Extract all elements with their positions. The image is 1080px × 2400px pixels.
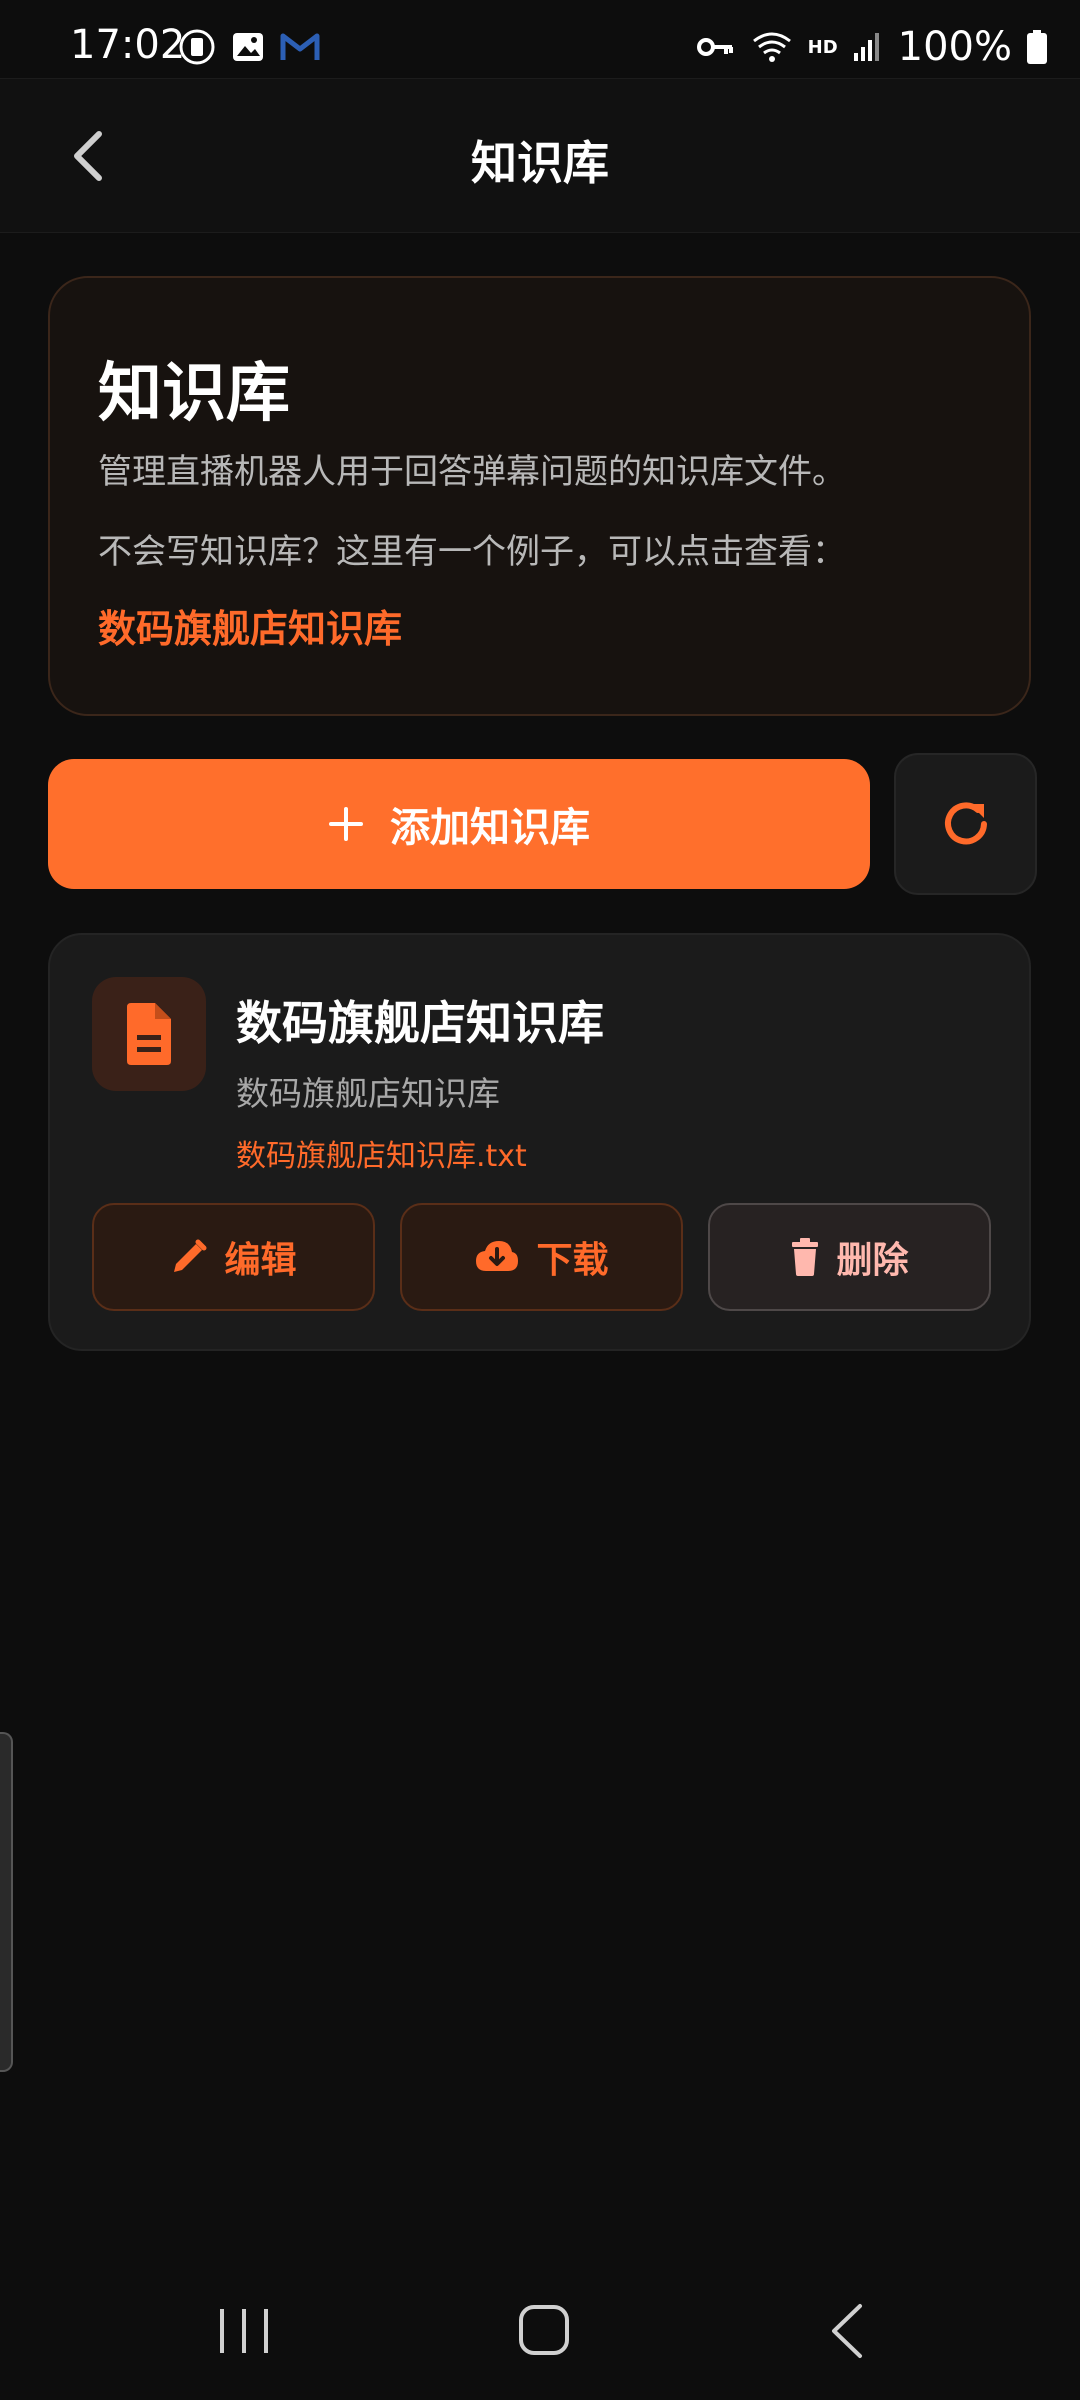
refresh-button[interactable] xyxy=(894,753,1037,895)
add-button-label: 添加知识库 xyxy=(390,805,590,851)
kb-name: 数码旗舰店知识库 xyxy=(236,996,604,1050)
battery-icon xyxy=(1027,30,1047,64)
file-icon-box xyxy=(92,977,206,1091)
app-bar: 知识库 xyxy=(0,78,1080,233)
recorder-icon xyxy=(179,29,215,65)
vpn-key-icon xyxy=(696,38,733,56)
hd-indicator: HD xyxy=(807,36,838,58)
knowledge-base-card: 数码旗舰店知识库 数码旗舰店知识库 数码旗舰店知识库.txt 编辑 下载 删除 xyxy=(48,933,1031,1351)
cloud-download-icon xyxy=(476,1241,519,1271)
gmail-icon xyxy=(280,33,320,60)
status-bar: 17:02 HD 100% xyxy=(0,0,1080,78)
download-label: 下载 xyxy=(536,1240,609,1281)
status-system-icons: HD 100% xyxy=(696,24,1048,70)
document-icon xyxy=(127,1003,171,1065)
edit-label: 编辑 xyxy=(224,1240,297,1281)
battery-percent: 100% xyxy=(897,24,1012,70)
intro-description: 管理直播机器人用于回答弹幕问题的知识库文件。 xyxy=(98,452,846,492)
delete-label: 删除 xyxy=(836,1240,909,1281)
refresh-icon xyxy=(944,802,987,845)
recent-apps-icon[interactable] xyxy=(216,2306,272,2356)
pencil-icon xyxy=(174,1239,207,1272)
edit-button[interactable]: 编辑 xyxy=(92,1203,375,1311)
example-link[interactable]: 数码旗舰店知识库 xyxy=(98,598,402,653)
delete-button[interactable]: 删除 xyxy=(708,1203,991,1311)
signal-icon xyxy=(853,33,879,61)
intro-card: 知识库 管理直播机器人用于回答弹幕问题的知识库文件。 不会写知识库？这里有一个例… xyxy=(48,276,1031,716)
plus-icon xyxy=(329,807,363,841)
kb-file-name[interactable]: 数码旗舰店知识库.txt xyxy=(236,1131,527,1175)
kb-description: 数码旗舰店知识库 xyxy=(236,1074,500,1113)
status-notification-icons xyxy=(178,28,320,66)
download-button[interactable]: 下载 xyxy=(400,1203,683,1311)
edge-panel-handle[interactable] xyxy=(0,1732,13,2072)
nav-back-icon[interactable] xyxy=(826,2302,866,2360)
status-time: 17:02 xyxy=(70,22,186,68)
trash-icon xyxy=(792,1238,819,1276)
gallery-icon xyxy=(233,33,263,61)
add-knowledge-base-button[interactable]: 添加知识库 xyxy=(48,759,870,889)
example-prompt: 不会写知识库？这里有一个例子，可以点击查看： xyxy=(98,532,846,572)
system-nav-bar xyxy=(0,2260,1080,2400)
wifi-icon xyxy=(752,32,791,62)
intro-title: 知识库 xyxy=(98,357,290,431)
home-icon[interactable] xyxy=(518,2304,570,2356)
page-title: 知识库 xyxy=(471,136,609,190)
